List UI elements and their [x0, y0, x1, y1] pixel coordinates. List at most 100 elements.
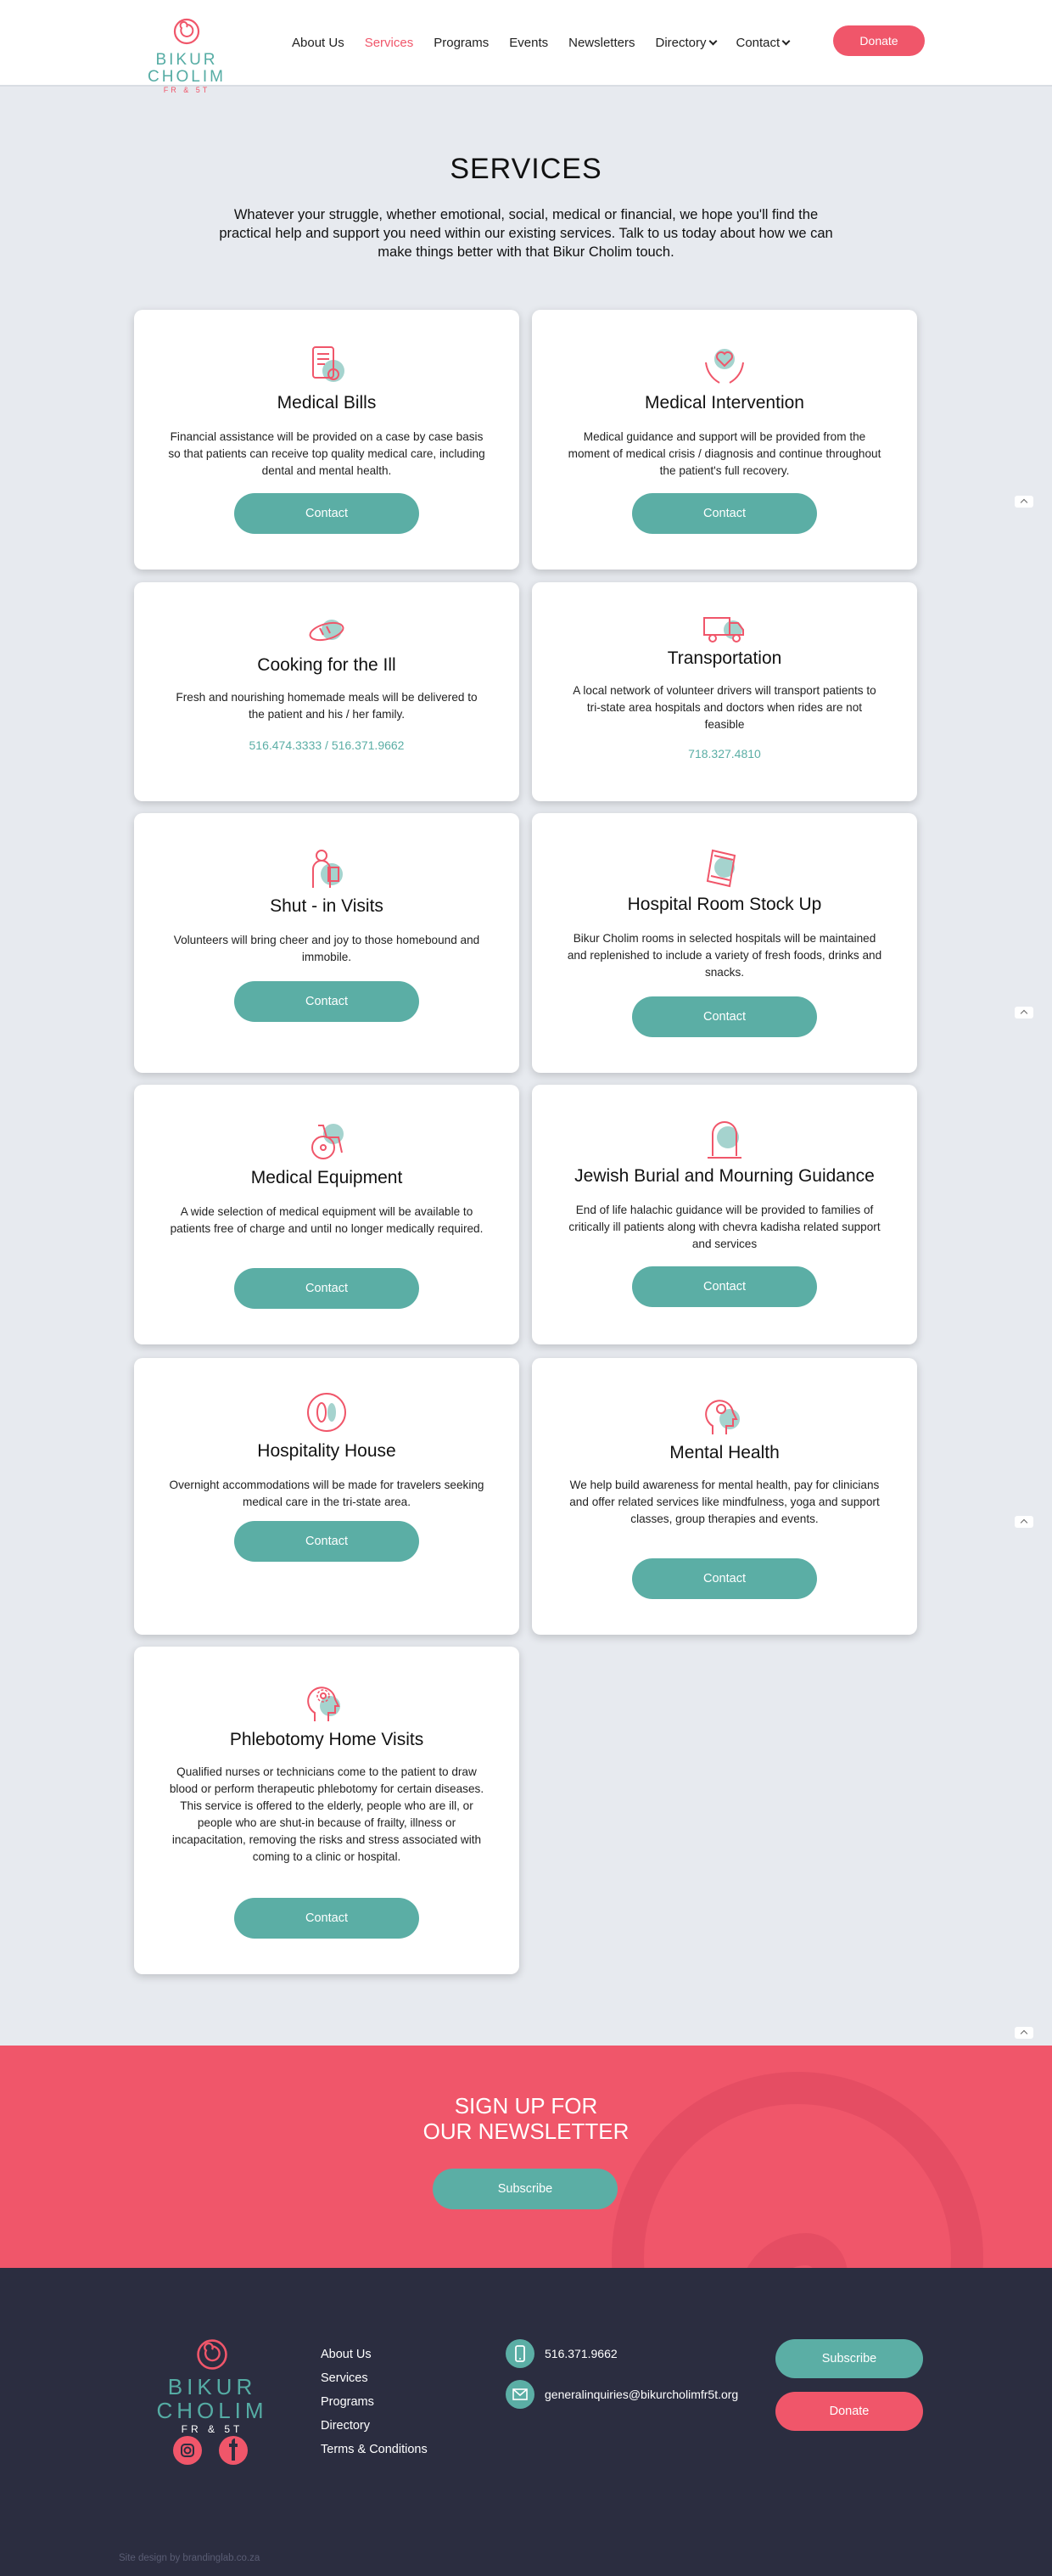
service-card: Medical Equipment A wide selection of me…	[134, 1085, 519, 1344]
scroll-top-button[interactable]	[1015, 496, 1033, 508]
contact-button[interactable]: Contact	[632, 996, 817, 1037]
service-title: Mental Health	[669, 1443, 780, 1462]
service-title: Medical Equipment	[250, 1168, 403, 1187]
mail-icon	[506, 2380, 534, 2409]
service-description: Fresh and nourishing homemade meals will…	[176, 691, 478, 721]
newsletter-title-line2: OUR NEWSLETTER	[422, 2119, 630, 2144]
footer-donate-button[interactable]: Donate	[775, 2392, 923, 2431]
service-title: Jewish Burial and Mourning Guidance	[574, 1166, 875, 1186]
main-nav: About Us Services Programs Events Newsle…	[292, 34, 809, 53]
nav-events[interactable]: Events	[509, 34, 548, 53]
service-card: Jewish Burial and Mourning Guidance End …	[532, 1085, 917, 1344]
contact-button[interactable]: Contact	[632, 1558, 817, 1599]
contact-button[interactable]: Contact	[632, 493, 817, 534]
footer-logo-text: BIKUR CHOLIM	[156, 2374, 268, 2423]
service-description: A wide selection of medical equipment wi…	[170, 1205, 484, 1235]
service-description: Volunteers will bring cheer and joy to t…	[173, 934, 480, 963]
footer-logo-subtext: FR & 5T	[181, 2423, 243, 2435]
footer-links: About Us Services Programs Directory Ter…	[321, 2343, 428, 2461]
phone-icon	[506, 2339, 534, 2368]
nav-contact[interactable]: Contact	[736, 34, 791, 53]
chevron-down-icon	[708, 36, 717, 46]
contact-button[interactable]: Contact	[234, 1268, 419, 1309]
service-phone[interactable]: 718.327.4810	[532, 747, 917, 760]
service-card: Phlebotomy Home Visits Qualified nurses …	[134, 1647, 519, 1974]
logo-subtext: FR & 5T	[163, 86, 210, 94]
scroll-top-button[interactable]	[1015, 1516, 1033, 1528]
service-title: Cooking for the Ill	[257, 655, 396, 675]
service-description: We help build awareness for mental healt…	[569, 1479, 880, 1525]
newsletter-title-line1: SIGN UP FOR	[454, 2093, 598, 2119]
contact-button[interactable]: Contact	[234, 981, 419, 1022]
scroll-top-button[interactable]	[1015, 2027, 1033, 2039]
donate-button[interactable]: Donate	[833, 25, 925, 56]
nav-directory[interactable]: Directory	[655, 34, 717, 53]
page-title: SERVICES	[450, 153, 602, 185]
footer-email-text: generalinquiries@bikurcholimfr5t.org	[545, 2388, 739, 2401]
contact-button[interactable]: Contact	[632, 1266, 817, 1307]
footer-logo[interactable]: BIKUR CHOLIM FR & 5T	[119, 2337, 305, 2436]
footer-email[interactable]: generalinquiries@bikurcholimfr5t.org	[506, 2380, 738, 2409]
rose-logo-icon	[173, 18, 200, 45]
footer-link-about[interactable]: About Us	[321, 2343, 428, 2366]
service-title: Transportation	[667, 648, 782, 668]
service-card: Transportation A local network of volunt…	[532, 582, 917, 801]
head-flower-icon	[307, 1686, 340, 1721]
nav-about-us[interactable]: About Us	[292, 34, 344, 53]
service-title: Phlebotomy Home Visits	[229, 1730, 424, 1749]
site-credit[interactable]: Site design by brandinglab.co.za	[119, 2553, 260, 2563]
contact-button[interactable]: Contact	[234, 1898, 419, 1939]
contact-button[interactable]: Contact	[234, 1521, 419, 1562]
instagram-icon[interactable]	[173, 2436, 202, 2465]
heart-hands-icon	[705, 349, 744, 384]
nav-programs[interactable]: Programs	[434, 34, 489, 53]
service-phone[interactable]: 516.474.3333 / 516.371.9662	[134, 738, 519, 752]
snack-bag-icon	[706, 849, 736, 888]
service-title: Medical Intervention	[645, 393, 804, 412]
truck-icon	[703, 617, 744, 643]
social-links	[173, 2436, 248, 2465]
facebook-icon[interactable]	[219, 2436, 248, 2465]
footer-subscribe-button[interactable]: Subscribe	[775, 2339, 923, 2378]
service-card: Shut - in Visits Volunteers will bring c…	[134, 813, 519, 1073]
service-card: Cooking for the Ill Fresh and nourishing…	[134, 582, 519, 801]
chevron-down-icon	[781, 36, 791, 46]
service-card: Medical Intervention Medical guidance an…	[532, 310, 917, 570]
mind-icon	[705, 1400, 740, 1434]
footer-link-programs[interactable]: Programs	[321, 2390, 428, 2414]
service-title: Shut - in Visits	[270, 896, 383, 916]
footer-link-services[interactable]: Services	[321, 2366, 428, 2390]
newsletter-section: SIGN UP FOR OUR NEWSLETTER Subscribe	[0, 2046, 1052, 2268]
contact-button[interactable]: Contact	[234, 493, 419, 534]
visitor-icon	[312, 850, 343, 888]
newsletter-title: SIGN UP FOR OUR NEWSLETTER	[0, 2093, 1052, 2144]
service-title: Medical Bills	[277, 393, 377, 412]
bread-icon	[309, 620, 344, 642]
site-footer: BIKUR CHOLIM FR & 5T About Us Services P…	[0, 2268, 1052, 2576]
service-description: End of life halachic guidance will be pr…	[568, 1204, 881, 1250]
footprints-icon	[307, 1393, 346, 1432]
site-logo[interactable]: BIKUR CHOLIM FR & 5T	[119, 17, 255, 94]
service-description: Qualified nurses or technicians come to …	[169, 1765, 484, 1863]
service-card: Mental Health We help build awareness fo…	[532, 1358, 917, 1635]
footer-link-directory[interactable]: Directory	[321, 2414, 428, 2438]
logo-text: BIKUR CHOLIM	[148, 51, 226, 86]
service-description: Medical guidance and support will be pro…	[568, 430, 881, 477]
site-header: BIKUR CHOLIM FR & 5T About Us Services P…	[0, 0, 1052, 94]
tombstone-icon	[708, 1121, 741, 1159]
page-intro: Whatever your struggle, whether emotiona…	[219, 207, 833, 260]
nav-contact-label: Contact	[736, 36, 781, 50]
scroll-top-button[interactable]	[1015, 1007, 1033, 1019]
bill-icon	[312, 346, 344, 382]
footer-phone-text: 516.371.9662	[545, 2347, 618, 2360]
nav-services[interactable]: Services	[365, 34, 414, 53]
nav-newsletters[interactable]: Newsletters	[568, 34, 635, 53]
service-description: A local network of volunteer drivers wil…	[573, 684, 876, 731]
nav-directory-label: Directory	[655, 36, 707, 50]
rose-logo-icon	[197, 2339, 227, 2370]
footer-link-terms[interactable]: Terms & Conditions	[321, 2438, 428, 2461]
footer-phone[interactable]: 516.371.9662	[506, 2339, 618, 2368]
subscribe-button[interactable]: Subscribe	[433, 2169, 618, 2209]
service-description: Overnight accommodations will be made fo…	[169, 1479, 484, 1508]
service-card: Hospitality House Overnight accommodatio…	[134, 1358, 519, 1635]
